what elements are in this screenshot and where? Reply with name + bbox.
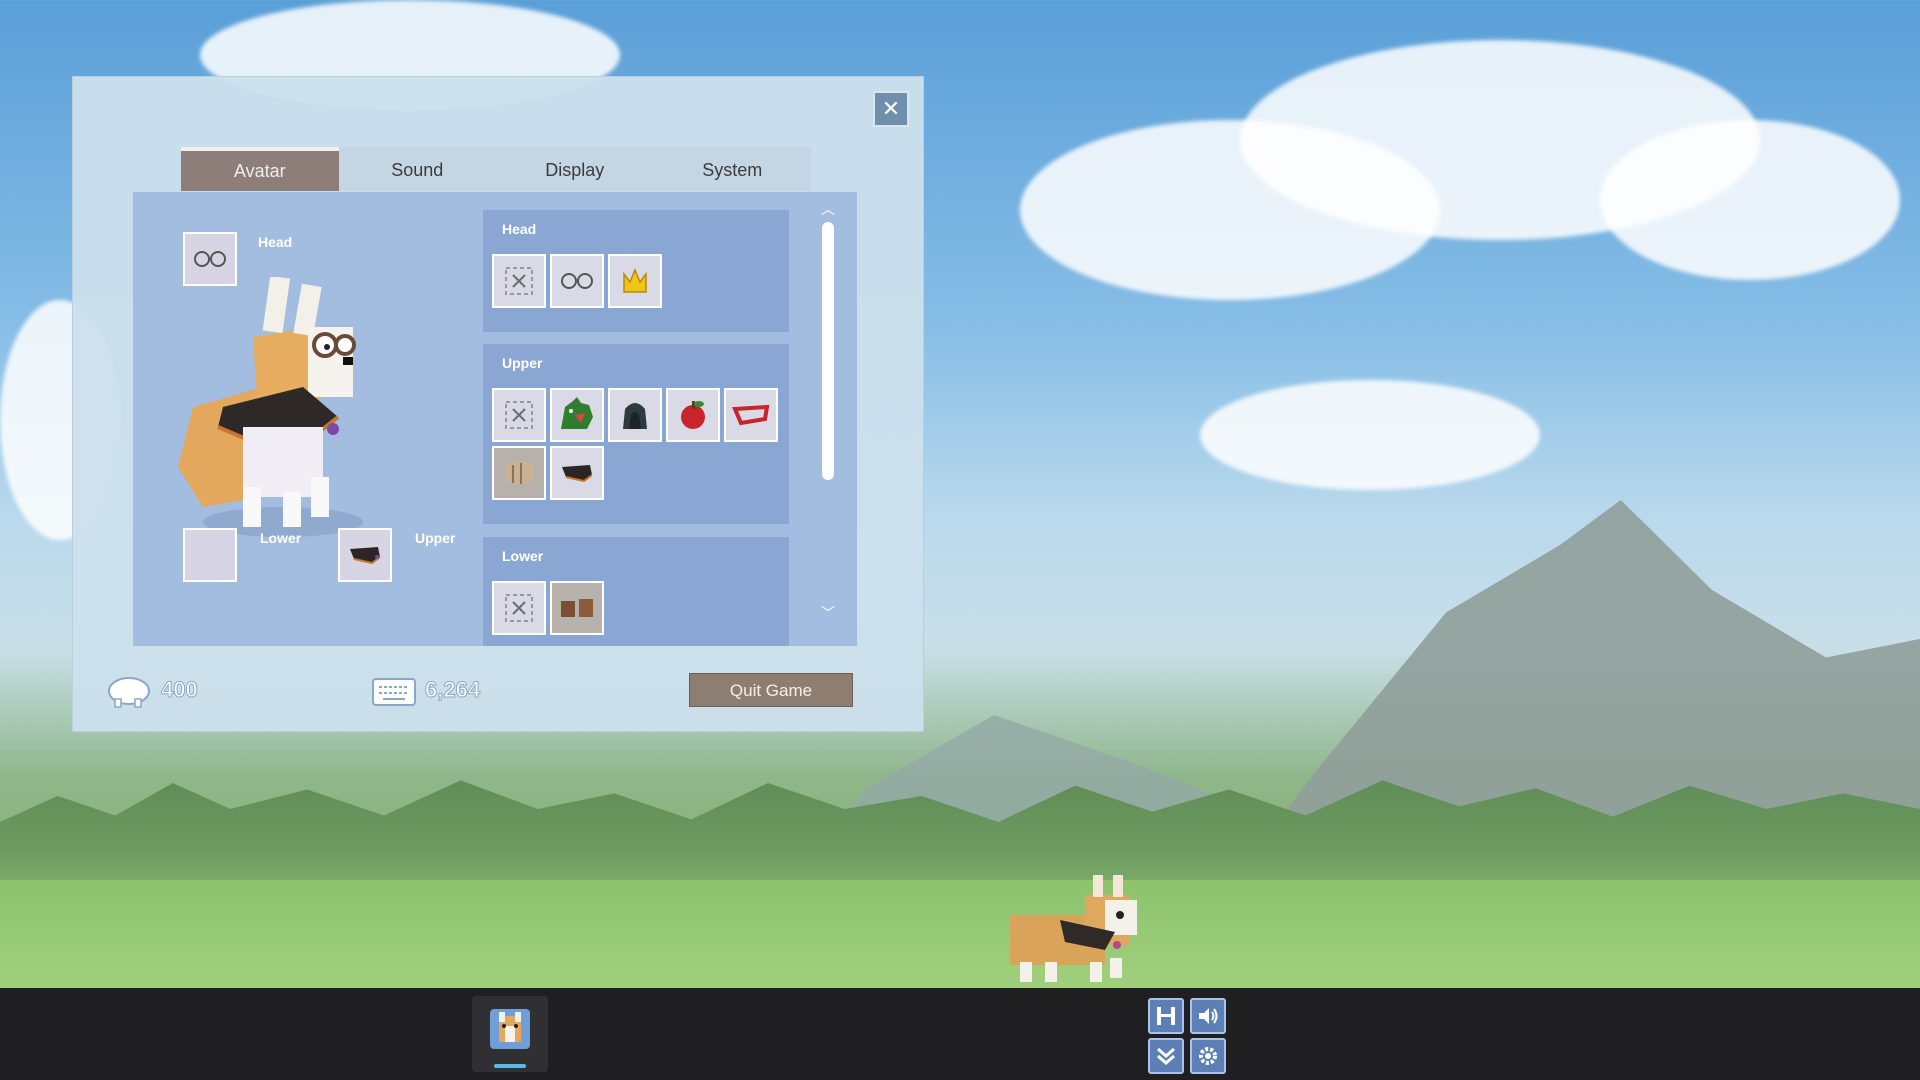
tab-bar: Avatar Sound Display System [181, 147, 811, 191]
close-button[interactable]: ✕ [873, 91, 909, 127]
black-scarf-icon [562, 465, 593, 483]
avatar-content: Head Lower Upper Head Upper Lower ︿ ﹀ [133, 192, 857, 646]
cloud [1600, 120, 1900, 280]
upper-items-section: Upper [483, 344, 789, 524]
section-title: Lower [502, 548, 544, 564]
section-title: Upper [502, 355, 543, 371]
tab-system[interactable]: System [654, 147, 812, 191]
scroll-down-icon[interactable]: ﹀ [821, 606, 835, 620]
item-grid [492, 388, 782, 500]
crown-icon [623, 268, 647, 293]
none-icon [505, 401, 533, 429]
cloud [1200, 380, 1540, 490]
glasses-icon [194, 251, 226, 267]
sound-icon [1199, 1008, 1218, 1024]
item-dark-hood[interactable] [608, 388, 662, 442]
tab-avatar[interactable]: Avatar [181, 147, 339, 191]
lower-slot-label: Lower [260, 530, 302, 546]
head-slot-label: Head [258, 234, 293, 250]
quit-game-button[interactable]: Quit Game [689, 673, 853, 707]
equipped-lower-slot[interactable] [183, 528, 237, 582]
save-icon [1157, 1007, 1175, 1025]
item-glasses[interactable] [550, 254, 604, 308]
item-grid [492, 581, 782, 635]
item-none[interactable] [492, 388, 546, 442]
coin-pig-icon [108, 677, 150, 708]
none-icon [505, 267, 533, 295]
section-title: Head [502, 221, 537, 237]
item-brown-boots[interactable] [550, 581, 604, 635]
active-indicator [494, 1064, 526, 1068]
item-none[interactable] [492, 254, 546, 308]
save-button[interactable] [1148, 998, 1184, 1034]
dragon-hood-icon [561, 397, 593, 429]
scroll-up-icon[interactable]: ︿ [821, 202, 835, 216]
head-items-section: Head [483, 210, 789, 332]
keyboard-icon [372, 678, 416, 706]
settings-icon [1199, 1047, 1217, 1065]
sound-button[interactable] [1190, 998, 1226, 1034]
tab-display[interactable]: Display [496, 147, 654, 191]
item-black-scarf[interactable] [550, 446, 604, 500]
item-crown[interactable] [608, 254, 662, 308]
scroll-thumb[interactable] [822, 222, 834, 480]
brown-boots-icon [561, 599, 593, 617]
settings-button[interactable] [1190, 1038, 1226, 1074]
avatar-preview [163, 277, 393, 547]
item-dragon-hood[interactable] [550, 388, 604, 442]
minimize-icon [1157, 1047, 1175, 1065]
item-none[interactable] [492, 581, 546, 635]
corgi-avatar-icon [490, 1009, 530, 1049]
taskbar-app-button[interactable] [472, 996, 548, 1072]
equipped-upper-slot[interactable] [338, 528, 392, 582]
player-corgi [1005, 870, 1155, 988]
glasses-icon [561, 273, 593, 289]
minimize-button[interactable] [1148, 1038, 1184, 1074]
scrollbar[interactable]: ︿ ﹀ [821, 202, 835, 622]
item-wooden-armor[interactable] [492, 446, 546, 500]
grass-field [0, 880, 1920, 990]
settings-panel: ✕ Avatar Sound Display System Head Lower… [72, 76, 924, 732]
red-apple-icon [681, 401, 705, 429]
black-scarf-icon [350, 547, 381, 565]
upper-slot-label: Upper [415, 530, 456, 546]
lower-items-section: Lower [483, 537, 789, 646]
item-grid [492, 254, 782, 308]
tab-sound[interactable]: Sound [339, 147, 497, 191]
keystroke-count: 6,264 [424, 677, 481, 703]
item-red-apple[interactable] [666, 388, 720, 442]
taskbar [0, 988, 1920, 1080]
corgi-sprite-icon [1010, 875, 1137, 982]
none-icon [505, 594, 533, 622]
dark-hood-icon [623, 403, 647, 429]
red-tray-icon [732, 404, 770, 426]
coin-count: 400 [161, 677, 199, 703]
wooden-armor-icon [505, 462, 533, 484]
item-red-tray[interactable] [724, 388, 778, 442]
corgi-avatar-icon [178, 277, 356, 527]
